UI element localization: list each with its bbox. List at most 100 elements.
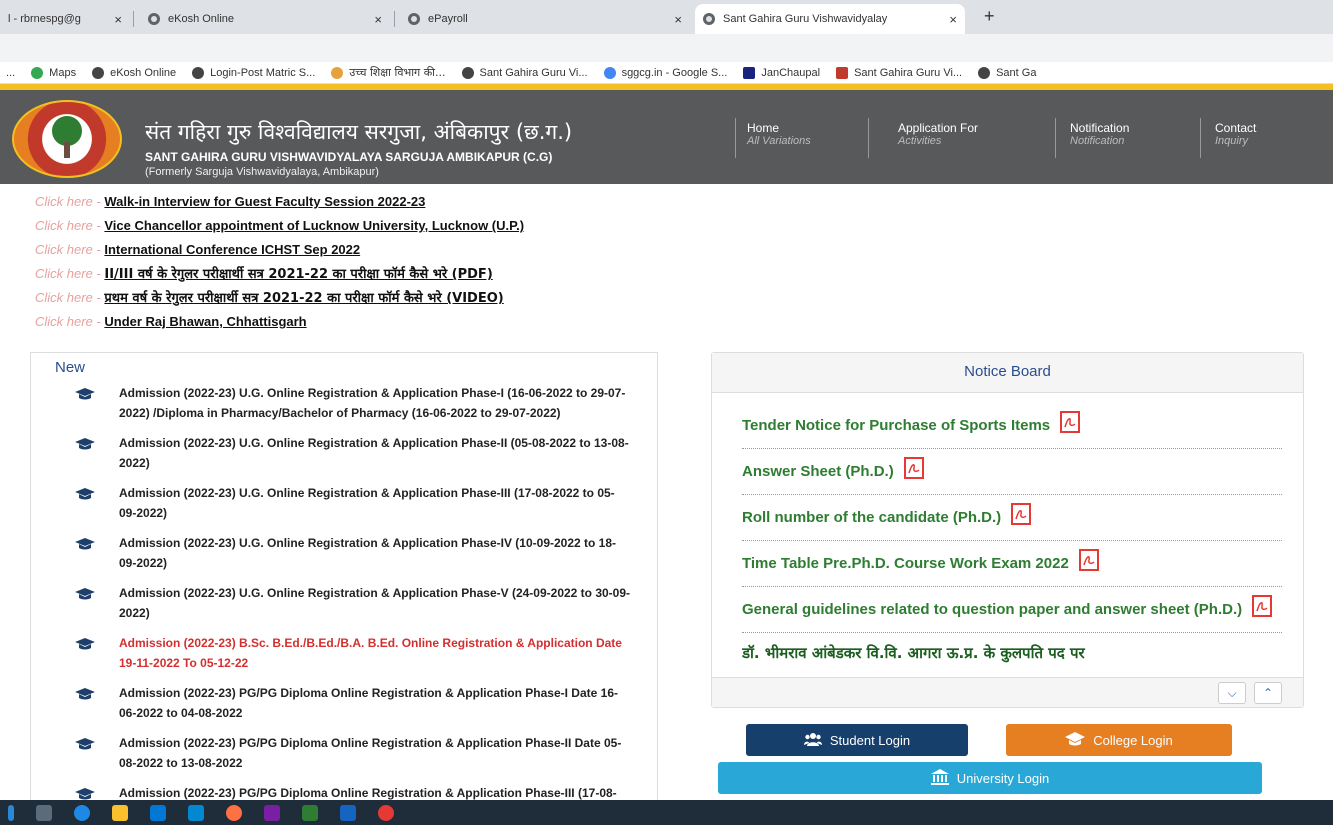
pdf-icon[interactable]	[903, 457, 924, 487]
file-explorer-icon[interactable]	[112, 804, 128, 821]
announcement-link[interactable]: Under Raj Bhawan, Chhattisgarh	[104, 314, 306, 329]
news-item[interactable]: Admission (2022-23) PG/PG Diploma Online…	[71, 683, 631, 723]
college-login-button[interactable]: College Login	[1006, 724, 1232, 756]
announcement-link[interactable]: International Conference ICHST Sep 2022	[104, 242, 360, 257]
bookmark-label: Login-Post Matric S...	[210, 66, 316, 79]
word-icon[interactable]	[340, 804, 356, 821]
bookmark-sant-gahira-1[interactable]: Sant Gahira Guru Vi...	[461, 66, 588, 79]
announcement-link[interactable]: Walk-in Interview for Guest Faculty Sess…	[104, 194, 425, 209]
notice-item[interactable]: Time Table Pre.Ph.D. Course Work Exam 20…	[742, 541, 1282, 587]
announcement-row: Click here - प्रथम वर्ष के रेगुलर परीक्ष…	[35, 286, 524, 310]
news-item[interactable]: Admission (2022-23) U.G. Online Registra…	[71, 483, 631, 523]
nav-notification[interactable]: Notification Notification	[1070, 121, 1129, 147]
bookmark-janchaupal[interactable]: JanChaupal	[743, 66, 820, 79]
notice-board-title: Notice Board	[712, 353, 1303, 393]
nav-label: Application For	[898, 121, 979, 135]
start-icon[interactable]	[8, 804, 14, 821]
announcement-link[interactable]: Vice Chancellor appointment of Lucknow U…	[104, 218, 524, 233]
news-item[interactable]: Admission (2022-23) U.G. Online Registra…	[71, 433, 631, 473]
globe-icon	[408, 13, 420, 25]
news-text: Admission (2022-23) PG/PG Diploma Online…	[119, 686, 618, 720]
notice-item[interactable]: General guidelines related to question p…	[742, 587, 1282, 633]
news-text: Admission (2022-23) U.G. Online Registra…	[119, 536, 617, 570]
browser-tab-3[interactable]: ePayroll ×	[400, 4, 690, 34]
news-item[interactable]: Admission (2022-23) PG/PG Diploma Online…	[71, 733, 631, 773]
graduation-cap-icon	[1065, 731, 1093, 749]
nav-contact[interactable]: Contact Inquiry	[1215, 121, 1256, 147]
browser-tab-1[interactable]: l - rbrnespg@g ×	[0, 4, 130, 34]
click-here-label: Click here -	[35, 290, 101, 305]
bookmark-maps[interactable]: Maps	[31, 66, 76, 79]
hindi-title: संत गहिरा गुरु विश्वविद्यालय सरगुजा, अंब…	[145, 120, 573, 144]
store-icon[interactable]	[150, 804, 166, 821]
formerly-subtitle: (Formerly Sarguja Vishwavidyalaya, Ambik…	[145, 166, 379, 178]
notice-board-footer: ⌵ ⌃	[712, 677, 1303, 707]
bookmark-sant-gahira-3[interactable]: Sant Ga	[978, 66, 1036, 79]
bookmark-higher-education[interactable]: उच्च शिक्षा विभाग की...	[331, 65, 446, 80]
announcement-row: Click here - II/III वर्ष के रेगुलर परीक्…	[35, 262, 524, 286]
news-text: Admission (2022-23) PG/PG Diploma Online…	[119, 736, 622, 770]
scroll-up-button[interactable]: ⌃	[1254, 682, 1282, 704]
close-icon[interactable]: ×	[674, 12, 682, 27]
nav-sublabel: Notification	[1070, 135, 1125, 147]
globe-icon	[703, 13, 715, 25]
task-view-icon[interactable]	[36, 804, 52, 821]
notice-item[interactable]: Roll number of the candidate (Ph.D.)	[742, 495, 1282, 541]
announcement-row: Click here - Under Raj Bhawan, Chhattisg…	[35, 310, 524, 334]
browser-tab-4-active[interactable]: Sant Gahira Guru Vishwavidyalay ×	[695, 4, 965, 34]
firefox-icon[interactable]	[226, 804, 242, 821]
edge-icon[interactable]	[74, 804, 90, 821]
announcement-row: Click here - Walk-in Interview for Guest…	[35, 190, 524, 214]
pdf-icon[interactable]	[1060, 411, 1081, 441]
student-login-button[interactable]: Student Login	[746, 724, 968, 756]
bookmark-ekosh[interactable]: eKosh Online	[92, 66, 176, 79]
mail-icon[interactable]	[188, 804, 204, 821]
graduation-cap-icon	[75, 536, 95, 556]
browser-tab-2[interactable]: eKosh Online ×	[140, 4, 390, 34]
bookmark-overflow[interactable]: ...	[6, 67, 15, 79]
nav-divider	[1200, 118, 1201, 158]
news-text: Admission (2022-23) U.G. Online Registra…	[119, 486, 615, 520]
bookmark-google-search[interactable]: sggcg.in - Google S...	[603, 66, 727, 79]
app-icon[interactable]	[264, 804, 280, 821]
scroll-down-button[interactable]: ⌵	[1218, 682, 1246, 704]
bookmark-label: उच्च शिक्षा विभाग की...	[349, 66, 446, 79]
new-tab-button[interactable]: +	[984, 6, 995, 27]
announcement-link[interactable]: प्रथम वर्ष के रेगुलर परीक्षार्थी सत्र 20…	[104, 291, 503, 306]
nav-application-for[interactable]: Application For Activities	[898, 121, 978, 147]
notice-item[interactable]: डॉ. भीमराव आंबेडकर वि.वि. आगरा ऊ.प्र. के…	[742, 633, 1282, 672]
nav-home[interactable]: Home All Variations	[747, 121, 811, 147]
bookmark-login-post-matric[interactable]: Login-Post Matric S...	[192, 66, 316, 79]
university-logo[interactable]	[12, 100, 122, 178]
windows-taskbar	[0, 800, 1333, 825]
news-item[interactable]: Admission (2022-23) B.Sc. B.Ed./B.Ed./B.…	[71, 633, 631, 673]
news-item[interactable]: Admission (2022-23) U.G. Online Registra…	[71, 383, 631, 423]
bookmark-label: Sant Gahira Guru Vi...	[479, 66, 588, 79]
notice-item[interactable]: Answer Sheet (Ph.D.)	[742, 449, 1282, 495]
button-label: Student Login	[829, 732, 911, 748]
pdf-icon[interactable]	[1252, 595, 1273, 625]
excel-icon[interactable]	[302, 804, 318, 821]
close-icon[interactable]: ×	[114, 12, 122, 27]
news-item[interactable]: Admission (2022-23) U.G. Online Registra…	[71, 533, 631, 573]
notice-item[interactable]: Tender Notice for Purchase of Sports Ite…	[742, 403, 1282, 449]
chrome-icon[interactable]	[378, 804, 394, 821]
nav-divider	[735, 118, 736, 158]
close-icon[interactable]: ×	[949, 12, 957, 27]
news-item[interactable]: Admission (2022-23) U.G. Online Registra…	[71, 583, 631, 623]
announcement-link[interactable]: II/III वर्ष के रेगुलर परीक्षार्थी सत्र 2…	[104, 267, 492, 282]
announcement-links: Click here - Walk-in Interview for Guest…	[35, 190, 524, 334]
bookmark-sant-gahira-2[interactable]: Sant Gahira Guru Vi...	[836, 66, 962, 79]
google-icon	[603, 66, 616, 79]
tab-divider	[133, 11, 134, 27]
nav-label: Contact	[1215, 121, 1257, 135]
globe-icon	[92, 66, 105, 79]
notice-text: Tender Notice for Purchase of Sports Ite…	[742, 416, 1051, 434]
close-icon[interactable]: ×	[374, 12, 382, 27]
news-text: Admission (2022-23) U.G. Online Registra…	[119, 586, 631, 620]
pdf-icon[interactable]	[1011, 503, 1032, 533]
button-label: College Login	[1093, 732, 1173, 748]
address-bar[interactable]	[0, 34, 1333, 62]
pdf-icon[interactable]	[1078, 549, 1099, 579]
university-login-button[interactable]: University Login	[718, 762, 1262, 794]
